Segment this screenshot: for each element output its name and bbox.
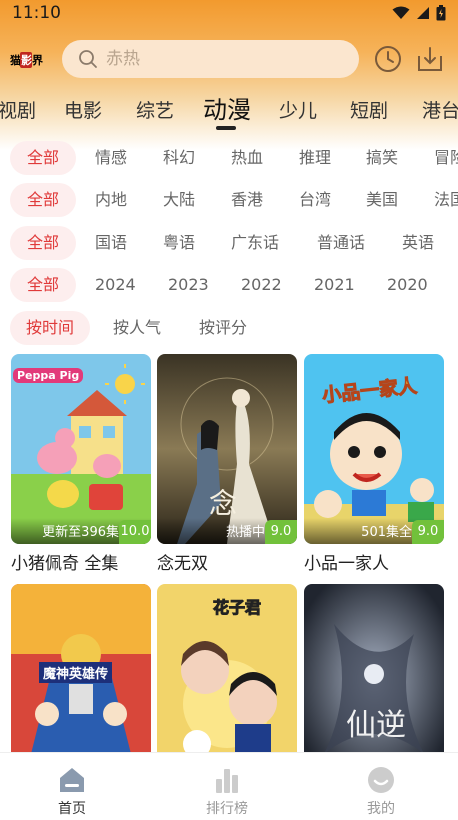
filter-genre: 全部 情感 科幻 热血 推理 搞笑 冒险: [0, 141, 458, 175]
chip-year[interactable]: 2020: [387, 268, 428, 302]
tab-short-drama[interactable]: 短剧: [350, 96, 388, 123]
content-card[interactable]: 花子君: [157, 584, 297, 774]
nav-label-home: 首页: [58, 801, 86, 817]
chip-region-all[interactable]: 全部: [10, 183, 77, 217]
ranking-icon: [216, 769, 238, 793]
chip-region[interactable]: 法国: [434, 183, 458, 217]
chip-sort-rating[interactable]: 按评分: [199, 311, 247, 345]
tab-kids[interactable]: 少儿: [279, 96, 317, 123]
score-badge: 9.0: [265, 520, 297, 544]
card-title: 小猪佩奇 全集: [11, 554, 119, 574]
search-bar[interactable]: [62, 40, 359, 78]
search-input[interactable]: [106, 49, 326, 69]
chip-year-all[interactable]: 全部: [10, 268, 77, 302]
chip-genre[interactable]: 推理: [299, 141, 331, 175]
chip-year[interactable]: 2023: [168, 268, 209, 302]
poster-title-art: 花子君: [212, 598, 262, 618]
chip-language[interactable]: 粤语: [163, 226, 195, 260]
chip-year[interactable]: 2022: [241, 268, 282, 302]
download-icon[interactable]: [415, 44, 445, 74]
battery-icon: [436, 5, 446, 21]
content-card[interactable]: 念 热播中 9.0 念无双: [157, 354, 297, 574]
content-card[interactable]: 仙逆: [304, 584, 444, 774]
tab-anime[interactable]: 动漫: [203, 90, 251, 125]
chip-language[interactable]: 普通话: [317, 226, 365, 260]
card-title: 小品一家人: [304, 554, 389, 574]
filter-language: 全部 国语 粤语 广东话 普通话 英语: [0, 226, 458, 260]
chip-language[interactable]: 英语: [402, 226, 434, 260]
logo-text-right: 界: [32, 54, 43, 67]
history-icon[interactable]: [373, 44, 403, 74]
logo-text-left: 猫: [10, 54, 21, 67]
poster-image: 念 热播中 9.0: [157, 354, 297, 544]
poster-title-art: 念: [209, 487, 238, 520]
chip-region[interactable]: 内地: [95, 183, 127, 217]
chip-genre-all[interactable]: 全部: [10, 141, 77, 175]
filter-sort: 按时间 按人气 按评分: [0, 311, 458, 345]
content-card[interactable]: 魔神英雄传: [11, 584, 151, 774]
poster-image: 花子君: [157, 584, 297, 774]
status-icons: [392, 5, 446, 21]
chip-language[interactable]: 国语: [95, 226, 127, 260]
nav-profile[interactable]: 我的: [326, 753, 436, 820]
nav-home[interactable]: 首页: [17, 753, 127, 820]
poster-image: 仙逆: [304, 584, 444, 774]
content-card[interactable]: Peppa Pig 更新至396集 10.0 小猪佩奇 全集: [11, 354, 151, 574]
nav-label-ranking: 排行榜: [206, 801, 248, 817]
episode-label: 热播中: [225, 525, 265, 540]
search-icon: [79, 50, 97, 68]
app-header: 猫 影 界: [0, 40, 458, 80]
signal-icon: [417, 7, 429, 19]
tab-tv[interactable]: 视剧: [0, 96, 36, 123]
chip-sort-popularity[interactable]: 按人气: [113, 311, 161, 345]
poster-logo: Peppa Pig: [13, 368, 84, 383]
poster-title-art: 仙逆: [346, 708, 406, 743]
chip-language[interactable]: 广东话: [231, 226, 279, 260]
chip-year[interactable]: 2024: [95, 268, 136, 302]
poster-image: 小品一家人 501集全 9.0: [304, 354, 444, 544]
tab-variety[interactable]: 综艺: [136, 96, 174, 123]
tab-movie[interactable]: 电影: [64, 96, 102, 123]
chip-genre[interactable]: 冒险: [434, 141, 458, 175]
episode-label: 501集全: [361, 525, 412, 540]
chip-genre[interactable]: 科幻: [163, 141, 195, 175]
status-time: 11:10: [12, 3, 61, 23]
logo-text-mid: 影: [20, 52, 32, 68]
home-icon: [60, 768, 84, 792]
nav-label-profile: 我的: [367, 801, 395, 817]
card-title: 念无双: [157, 554, 208, 574]
poster-image: 魔神英雄传: [11, 584, 151, 774]
poster-image: Peppa Pig 更新至396集 10.0: [11, 354, 151, 544]
poster-title-art: 魔神英雄传: [39, 662, 113, 683]
nav-ranking[interactable]: 排行榜: [172, 753, 282, 820]
chip-region[interactable]: 香港: [231, 183, 263, 217]
app-logo: 猫 影 界: [10, 50, 48, 70]
filter-year: 全部 2024 2023 2022 2021 2020: [0, 268, 458, 302]
chip-sort-time[interactable]: 按时间: [10, 311, 91, 345]
filter-region: 全部 内地 大陆 香港 台湾 美国 法国: [0, 183, 458, 217]
chip-genre[interactable]: 搞笑: [366, 141, 398, 175]
wifi-icon: [392, 6, 410, 19]
active-tab-indicator: [216, 126, 236, 130]
chip-region[interactable]: 美国: [366, 183, 398, 217]
score-badge: 9.0: [412, 520, 444, 544]
bottom-navigation: 首页 排行榜 我的: [0, 752, 458, 820]
episode-label: 更新至396集: [42, 525, 119, 540]
profile-icon: [368, 767, 394, 793]
status-bar: 11:10: [0, 0, 458, 26]
chip-genre[interactable]: 情感: [95, 141, 127, 175]
tab-hk-tw[interactable]: 港台: [422, 96, 458, 123]
chip-region[interactable]: 台湾: [299, 183, 331, 217]
content-card[interactable]: 小品一家人 501集全 9.0 小品一家人: [304, 354, 444, 574]
chip-language-all[interactable]: 全部: [10, 226, 77, 260]
chip-year[interactable]: 2021: [314, 268, 355, 302]
category-tabs: 视剧 电影 综艺 动漫 少儿 短剧 港台: [0, 88, 458, 130]
score-badge: 10.0: [119, 520, 151, 544]
chip-region[interactable]: 大陆: [163, 183, 195, 217]
chip-genre[interactable]: 热血: [231, 141, 263, 175]
